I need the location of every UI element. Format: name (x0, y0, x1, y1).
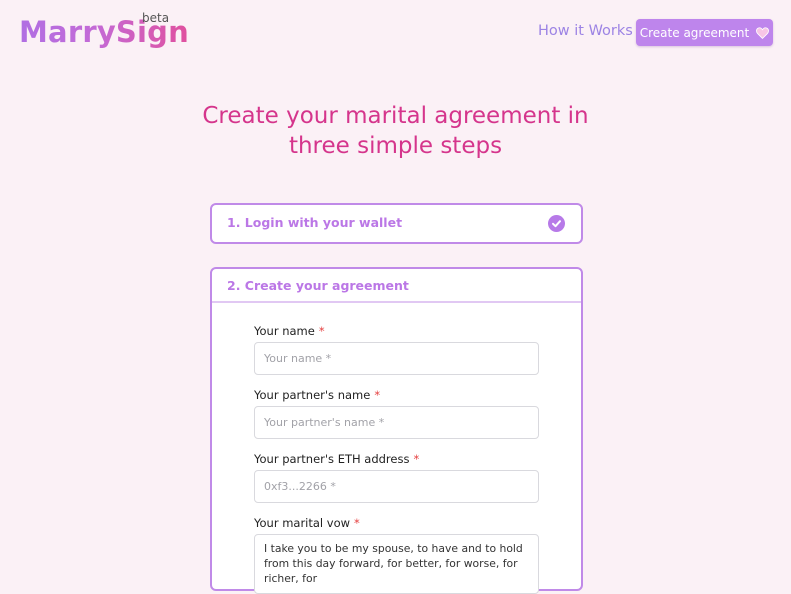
step-2-title: 2. Create your agreement (227, 278, 409, 293)
required-marker: * (374, 388, 381, 402)
step-2-header[interactable]: 2. Create your agreement (212, 269, 581, 303)
create-agreement-button[interactable]: Create agreement (636, 19, 773, 46)
partner-name-input[interactable] (254, 406, 539, 439)
headline-line-2: three simple steps (288, 133, 503, 159)
required-marker: * (413, 452, 420, 466)
marital-vow-textarea[interactable]: I take you to be my spouse, to have and … (254, 534, 539, 594)
vow-label: Your marital vow * (254, 516, 360, 530)
headline-line-1: Create your marital agreement in (202, 103, 589, 129)
how-it-works-link[interactable]: How it Works (538, 23, 633, 39)
partner-eth-label: Your partner's ETH address * (254, 452, 419, 466)
partner-name-label: Your partner's name * (254, 388, 380, 402)
required-marker: * (318, 324, 325, 338)
partner-eth-label-text: Your partner's ETH address (254, 452, 410, 466)
name-label: Your name * (254, 324, 325, 338)
partner-eth-address-input[interactable] (254, 470, 539, 503)
vow-label-text: Your marital vow (254, 516, 351, 530)
step-login-wallet[interactable]: 1. Login with your wallet (210, 203, 583, 244)
partner-name-label-text: Your partner's name (254, 388, 371, 402)
heart-icon (756, 26, 770, 39)
step-1-title: 1. Login with your wallet (227, 215, 403, 230)
step-create-agreement: 2. Create your agreement Your name * Your… (210, 267, 583, 594)
beta-badge: beta (142, 11, 170, 25)
create-agreement-label: Create agreement (639, 25, 750, 40)
page-headline: Create your marital agreement in three s… (0, 101, 791, 161)
check-circle-icon (548, 215, 565, 232)
name-input[interactable] (254, 342, 539, 375)
name-label-text: Your name (254, 324, 315, 338)
required-marker: * (354, 516, 360, 530)
